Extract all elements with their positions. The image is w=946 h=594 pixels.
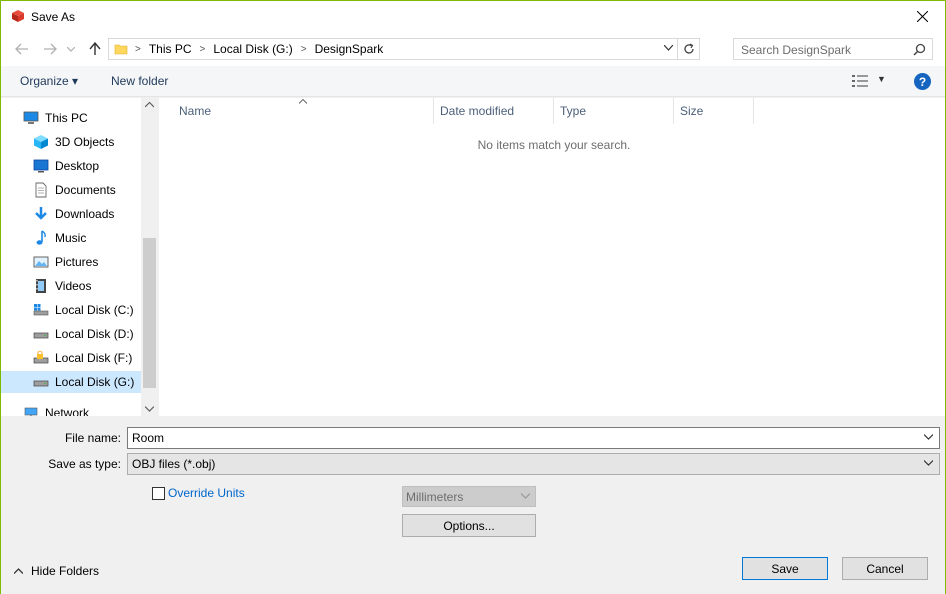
- nav-item-this-pc[interactable]: This PC: [23, 107, 88, 129]
- folder-icon: [114, 44, 128, 55]
- save-type-dropdown-icon[interactable]: [923, 458, 934, 469]
- search-input[interactable]: Search DesignSpark: [741, 43, 851, 57]
- breadcrumb-separator-icon: >: [300, 43, 307, 55]
- forward-button[interactable]: [41, 40, 59, 58]
- drive-icon: [33, 374, 49, 390]
- locked-drive-icon: [33, 350, 49, 366]
- save-type-value: OBJ files (*.obj): [132, 457, 216, 471]
- column-header-size[interactable]: Size: [680, 98, 754, 124]
- breadcrumb-separator-icon: >: [199, 43, 206, 55]
- nav-item-desktop[interactable]: Desktop: [33, 155, 99, 177]
- network-icon: [23, 405, 39, 416]
- file-name-input[interactable]: Room: [127, 427, 940, 449]
- breadcrumb-designspark[interactable]: DesignSpark: [315, 42, 384, 56]
- save-type-label: Save as type:: [48, 457, 121, 471]
- scrollbar-thumb[interactable]: [143, 238, 156, 388]
- nav-item-videos[interactable]: Videos: [33, 275, 91, 297]
- nav-item-local-disk-g[interactable]: Local Disk (G:): [1, 371, 141, 393]
- override-units-label[interactable]: Override Units: [168, 486, 245, 500]
- override-units-checkbox[interactable]: [152, 487, 165, 500]
- computer-icon: [23, 110, 39, 126]
- organize-button[interactable]: Organize ▾: [20, 74, 78, 88]
- search-icon: [913, 43, 926, 56]
- app-cube-icon: [12, 10, 24, 22]
- breadcrumb-this-pc[interactable]: This PC: [149, 42, 192, 56]
- address-bar[interactable]: > This PC > Local Disk (G:) > DesignSpar…: [108, 38, 700, 60]
- file-list: Name Date modified Type Size No items ma…: [159, 98, 945, 416]
- view-options-icon[interactable]: [852, 75, 868, 87]
- command-toolbar: Organize ▾ New folder ▼ ?: [1, 66, 945, 97]
- scroll-down-icon[interactable]: [144, 404, 155, 414]
- nav-item-documents[interactable]: Documents: [33, 179, 116, 201]
- save-type-select[interactable]: OBJ files (*.obj): [127, 453, 940, 475]
- breadcrumb: > This PC > Local Disk (G:) > DesignSpar…: [135, 42, 383, 56]
- desktop-icon: [33, 158, 49, 174]
- address-dropdown-icon[interactable]: [663, 43, 674, 54]
- scroll-up-icon[interactable]: [144, 100, 155, 110]
- nav-item-downloads[interactable]: Downloads: [33, 203, 114, 225]
- units-dropdown-icon: [520, 491, 531, 501]
- nav-item-local-disk-d[interactable]: Local Disk (D:): [33, 323, 134, 345]
- save-form: File name: Room Save as type: OBJ files …: [1, 416, 945, 594]
- arrow-right-icon: [44, 43, 57, 55]
- nav-scrollbar[interactable]: [141, 98, 158, 416]
- arrow-left-icon: [15, 43, 28, 55]
- column-header-date-modified[interactable]: Date modified: [440, 98, 554, 124]
- nav-item-music[interactable]: Music: [33, 227, 86, 249]
- view-dropdown-icon[interactable]: ▼: [877, 74, 886, 84]
- save-as-dialog: Save As > This PC > Local Disk (G:) > De…: [0, 0, 946, 594]
- file-name-dropdown-icon[interactable]: [923, 432, 934, 443]
- file-name-value: Room: [132, 431, 165, 445]
- empty-message: No items match your search.: [477, 138, 631, 152]
- nav-item-network[interactable]: Network: [23, 402, 89, 416]
- navigation-bar: > This PC > Local Disk (G:) > DesignSpar…: [1, 32, 945, 66]
- refresh-button[interactable]: [677, 39, 699, 59]
- cube-icon: [33, 134, 49, 150]
- file-name-label: File name:: [64, 431, 121, 445]
- system-drive-icon: [33, 302, 49, 318]
- documents-icon: [33, 182, 49, 198]
- download-icon: [33, 206, 49, 222]
- options-button[interactable]: Options...: [402, 514, 536, 537]
- column-header-name[interactable]: Name: [179, 98, 434, 124]
- new-folder-button[interactable]: New folder: [111, 74, 168, 88]
- pictures-icon: [33, 254, 49, 270]
- cancel-button[interactable]: Cancel: [842, 557, 928, 580]
- videos-icon: [33, 278, 49, 294]
- back-button[interactable]: [13, 40, 31, 58]
- save-button[interactable]: Save: [742, 557, 828, 580]
- nav-item-pictures[interactable]: Pictures: [33, 251, 98, 273]
- recent-locations-button[interactable]: [65, 40, 77, 58]
- navigation-pane: This PC 3D Objects Desktop Documents Dow…: [1, 98, 158, 416]
- nav-item-3d-objects[interactable]: 3D Objects: [33, 131, 114, 153]
- refresh-icon: [683, 43, 694, 54]
- units-select: Millimeters: [402, 486, 536, 507]
- music-icon: [33, 230, 49, 246]
- chevron-up-icon: [14, 568, 23, 574]
- units-value: Millimeters: [406, 490, 464, 504]
- breadcrumb-local-disk-g[interactable]: Local Disk (G:): [213, 42, 292, 56]
- nav-item-local-disk-f[interactable]: Local Disk (F:): [33, 347, 132, 369]
- search-box[interactable]: Search DesignSpark: [733, 38, 933, 60]
- hide-folders-label: Hide Folders: [31, 564, 100, 578]
- column-header-type[interactable]: Type: [560, 98, 674, 124]
- drive-icon: [33, 326, 49, 342]
- close-icon: [916, 11, 928, 22]
- close-button[interactable]: [899, 1, 945, 32]
- breadcrumb-separator-icon: >: [135, 43, 141, 55]
- hide-folders-button[interactable]: Hide Folders: [14, 564, 99, 578]
- arrow-up-icon: [89, 42, 101, 55]
- window-title: Save As: [31, 10, 76, 24]
- title-bar: Save As: [1, 1, 945, 32]
- nav-item-local-disk-c[interactable]: Local Disk (C:): [33, 299, 134, 321]
- chevron-down-icon: [67, 46, 75, 52]
- help-icon[interactable]: ?: [914, 73, 931, 90]
- up-button[interactable]: [86, 40, 104, 58]
